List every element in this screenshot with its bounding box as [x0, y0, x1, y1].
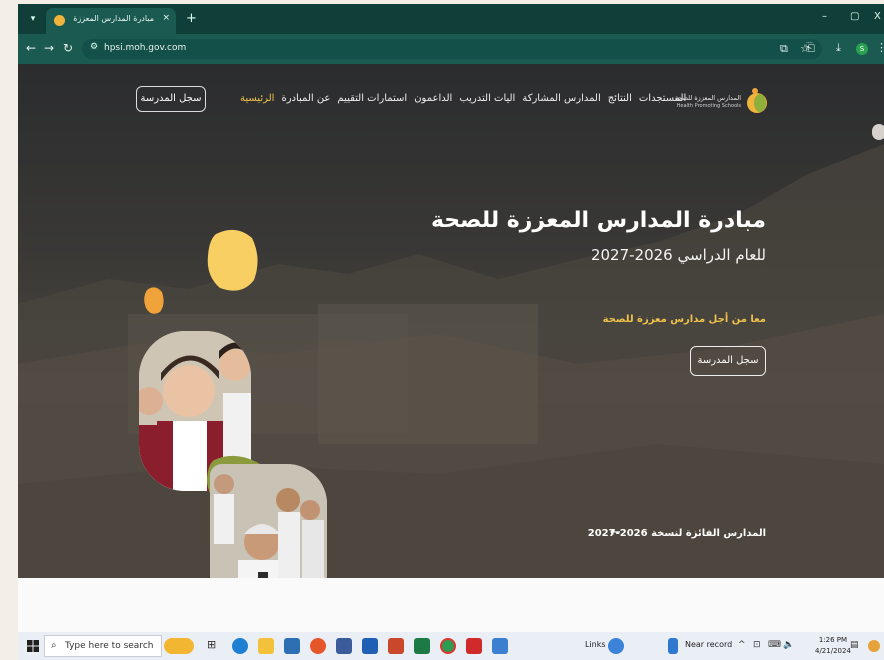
main-navigation: الرئيسية عن المبادرة استمارات التقييم ال…	[240, 93, 686, 104]
tab-close-icon[interactable]: ×	[162, 13, 170, 23]
mail-icon[interactable]	[284, 638, 300, 654]
side-floating-icon[interactable]	[872, 124, 884, 140]
hero-section: سجل المدرسة الرئيسية عن المبادرة استمارا…	[18, 64, 884, 578]
hero-subtitle: للعام الدراسي 2026-2027	[590, 246, 766, 264]
windows-taskbar: ⌕ Type here to search ⊞ Links Near recor…	[18, 632, 884, 660]
task-view-icon[interactable]: ⊞	[207, 638, 223, 654]
profile-avatar[interactable]: S	[856, 43, 868, 55]
taskbar-links-label[interactable]: Links	[585, 640, 606, 649]
file-explorer-icon[interactable]	[258, 638, 274, 654]
window-minimize-button[interactable]: –	[822, 11, 827, 22]
tab-search-dropdown-icon[interactable]: ▾	[26, 12, 40, 26]
search-highlight-icon[interactable]	[164, 638, 194, 654]
browser-tab-active[interactable]: مبادرة المدارس المعززة للصحة ×	[46, 8, 176, 34]
help-icon[interactable]	[608, 638, 624, 654]
screen: ▾ مبادرة المدارس المعززة للصحة × + – ▢ X…	[0, 0, 884, 660]
hero-tagline: معا من أجل مدارس معززة للصحة	[602, 314, 766, 325]
boys-photo-illustration	[210, 464, 327, 578]
browser-tab-bar: ▾ مبادرة المدارس المعززة للصحة × + – ▢ X	[18, 4, 884, 34]
taskbar-search-placeholder[interactable]: Type here to search	[65, 641, 153, 651]
address-bar-url[interactable]: hpsi.moh.gov.com	[104, 43, 186, 53]
window-maximize-button[interactable]: ▢	[850, 11, 859, 22]
search-icon: ⌕	[51, 640, 57, 651]
address-bar[interactable]: ⚙ hpsi.moh.gov.com ⧉ ☆	[82, 39, 822, 59]
keyboard-icon[interactable]: ⌨	[768, 640, 781, 650]
orange-blob-decoration	[144, 287, 164, 314]
chrome-icon[interactable]	[440, 638, 456, 654]
browser-toolbar: ← → ↻ ⚙ hpsi.moh.gov.com ⧉ ☆ ⎗ ⤓ S ⋮	[18, 34, 884, 64]
window-close-button[interactable]: X	[874, 11, 881, 22]
site-header: سجل المدرسة الرئيسية عن المبادرة استمارا…	[18, 64, 884, 128]
forward-arrow-icon[interactable]: →	[44, 41, 54, 55]
taskbar-search-box[interactable]: ⌕ Type here to search	[44, 635, 162, 657]
nav-training[interactable]: اليات التدريب	[459, 93, 515, 104]
logo-apple-icon	[747, 88, 767, 113]
site-info-icon[interactable]: ⚙	[90, 42, 98, 52]
edge-browser-icon[interactable]	[232, 638, 248, 654]
register-school-hero-button[interactable]: سجل المدرسة	[690, 346, 766, 376]
weather-icon[interactable]	[868, 640, 880, 652]
calculator-icon[interactable]	[336, 638, 352, 654]
windows-start-icon[interactable]	[27, 640, 39, 652]
volume-icon[interactable]: 🔈	[783, 640, 794, 650]
network-icon[interactable]: ⊡	[753, 640, 761, 650]
download-icon[interactable]: ⤓	[836, 41, 841, 55]
excel-icon[interactable]	[414, 638, 430, 654]
firefox-icon[interactable]	[310, 638, 326, 654]
back-arrow-icon[interactable]: ←	[26, 41, 36, 55]
install-app-icon[interactable]: ⧉	[780, 42, 788, 56]
site-favicon-icon	[54, 15, 65, 26]
register-school-header-button[interactable]: سجل المدرسة	[136, 86, 206, 112]
acrobat-icon[interactable]	[466, 638, 482, 654]
web-page: سجل المدرسة الرئيسية عن المبادرة استمارا…	[18, 64, 884, 632]
site-logo[interactable]: المدارس المعززة للصحة Health Promoting S…	[674, 82, 769, 118]
browser-menu-icon[interactable]: ⋮	[876, 41, 884, 54]
yellow-blob-decoration	[207, 229, 258, 291]
nav-participating-schools[interactable]: المدارس المشاركة	[522, 93, 600, 104]
logo-arabic-text: المدارس المعززة للصحة	[674, 94, 741, 102]
word-icon[interactable]	[362, 638, 378, 654]
nav-results[interactable]: النتائج	[608, 93, 632, 104]
paint-icon[interactable]	[492, 638, 508, 654]
new-tab-button[interactable]: +	[186, 11, 197, 26]
nav-supporters[interactable]: الداعمون	[414, 93, 452, 104]
nav-about[interactable]: عن المبادرة	[281, 93, 330, 104]
hero-title: مبادرة المدارس المعززة للصحة	[430, 208, 766, 233]
nav-home[interactable]: الرئيسية	[240, 93, 274, 104]
arrow-left-icon[interactable]: ←	[610, 525, 621, 540]
extensions-icon[interactable]: ⎗	[806, 41, 815, 55]
taskbar-clock[interactable]: 1:26 PM 4/21/2024	[815, 635, 851, 657]
powerpoint-icon[interactable]	[388, 638, 404, 654]
tab-title: مبادرة المدارس المعززة للصحة	[72, 14, 154, 23]
logo-english-text: Health Promoting Schools	[676, 103, 741, 109]
reload-icon[interactable]: ↻	[63, 41, 73, 55]
clock-time: 1:26 PM	[818, 636, 848, 644]
students-photo-bottom	[210, 464, 327, 578]
clock-date: 4/21/2024	[815, 647, 851, 655]
nav-evaluation-forms[interactable]: استمارات التقييم	[337, 93, 407, 104]
notifications-icon[interactable]: ▤	[850, 640, 859, 650]
record-icon	[668, 638, 678, 654]
taskbar-record-label[interactable]: Near record	[685, 640, 732, 649]
chevron-up-icon[interactable]: ^	[738, 640, 746, 650]
